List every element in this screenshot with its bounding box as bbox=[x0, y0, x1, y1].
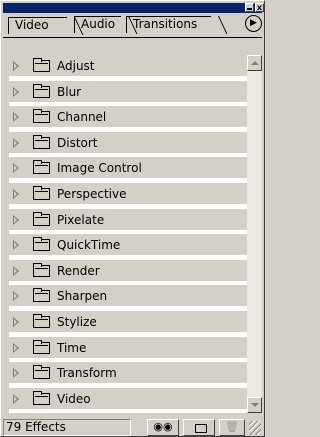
effects-count: 79 Effects bbox=[3, 419, 131, 436]
minimize-button[interactable] bbox=[245, 3, 254, 12]
title-bar[interactable] bbox=[3, 3, 262, 13]
status-bar: 79 Effects ◉◉ 🗑 bbox=[3, 419, 262, 436]
expand-triangle-icon[interactable] bbox=[13, 189, 19, 199]
folder-icon bbox=[33, 135, 50, 149]
folder-icon bbox=[33, 365, 50, 379]
list-item[interactable]: Video bbox=[9, 388, 247, 410]
folder-icon bbox=[33, 84, 50, 98]
list-item[interactable]: Pixelate bbox=[9, 209, 247, 231]
folder-label: Blur bbox=[57, 85, 82, 99]
list-item[interactable]: Image Control bbox=[9, 157, 247, 179]
tab-row: Transitions Audio Video bbox=[3, 13, 262, 34]
trash-icon: 🗑 bbox=[225, 420, 239, 433]
expand-triangle-icon[interactable] bbox=[13, 240, 19, 250]
folder-icon bbox=[33, 186, 50, 200]
close-button[interactable]: x bbox=[255, 3, 264, 12]
folder-icon bbox=[33, 314, 50, 328]
binoculars-icon: ◉◉ bbox=[153, 420, 173, 433]
expand-triangle-icon[interactable] bbox=[13, 215, 19, 225]
folder-icon bbox=[33, 160, 50, 174]
folder-label: Render bbox=[57, 264, 100, 278]
folder-label: Perspective bbox=[57, 187, 127, 201]
folder-label: Image Control bbox=[57, 161, 142, 175]
resize-grip[interactable] bbox=[249, 421, 261, 435]
folder-icon bbox=[33, 340, 50, 354]
folder-label: Sharpen bbox=[57, 289, 108, 303]
tab-transitions[interactable]: Transitions bbox=[126, 16, 211, 33]
folder-icon bbox=[33, 391, 50, 405]
vertical-scrollbar[interactable] bbox=[247, 55, 262, 413]
expand-triangle-icon[interactable] bbox=[13, 343, 19, 353]
expand-triangle-icon[interactable] bbox=[13, 61, 19, 71]
scroll-down-button[interactable] bbox=[247, 397, 262, 413]
list-item[interactable]: Perspective bbox=[9, 183, 247, 205]
folder-icon bbox=[33, 109, 50, 123]
expand-triangle-icon[interactable] bbox=[13, 266, 19, 276]
list-item[interactable]: Transform bbox=[9, 362, 247, 384]
list-item[interactable]: Stylize bbox=[9, 311, 247, 333]
list-item[interactable]: Render bbox=[9, 260, 247, 282]
delete-button[interactable]: 🗑 bbox=[219, 419, 245, 436]
folder-icon bbox=[33, 237, 50, 251]
play-arrow-icon: ▶ bbox=[250, 18, 257, 28]
folder-icon bbox=[33, 263, 50, 277]
expand-triangle-icon[interactable] bbox=[13, 87, 19, 97]
expand-triangle-icon[interactable] bbox=[13, 368, 19, 378]
list-item[interactable]: Blur bbox=[9, 81, 247, 103]
folder-icon bbox=[33, 58, 50, 72]
tab-video[interactable]: Video bbox=[8, 17, 67, 34]
list-item[interactable]: Sharpen bbox=[9, 285, 247, 307]
effects-palette-window: x Transitions Audio Video ▶ Adjust Blur … bbox=[0, 0, 265, 437]
folder-label: Transform bbox=[57, 366, 117, 380]
list-item[interactable]: QuickTime bbox=[9, 234, 247, 256]
expand-triangle-icon[interactable] bbox=[13, 394, 19, 404]
palette-menu-button[interactable]: ▶ bbox=[245, 15, 262, 32]
folder-label: Distort bbox=[57, 136, 98, 150]
list-item[interactable]: Channel bbox=[9, 106, 247, 128]
folder-label: Stylize bbox=[57, 315, 97, 329]
scroll-up-button[interactable] bbox=[247, 55, 262, 71]
folder-label: QuickTime bbox=[57, 238, 121, 252]
list-item[interactable]: Adjust bbox=[9, 55, 247, 77]
folder-icon bbox=[33, 288, 50, 302]
folder-label: Adjust bbox=[57, 59, 95, 73]
list-item[interactable]: Distort bbox=[9, 132, 247, 154]
folder-label: Time bbox=[57, 341, 87, 355]
list-item[interactable]: Time bbox=[9, 337, 247, 359]
folder-icon bbox=[33, 212, 50, 226]
expand-triangle-icon[interactable] bbox=[13, 291, 19, 301]
expand-triangle-icon[interactable] bbox=[13, 163, 19, 173]
new-bin-button[interactable] bbox=[183, 419, 215, 436]
folder-label: Video bbox=[57, 392, 91, 406]
folder-label: Pixelate bbox=[57, 213, 105, 227]
find-button[interactable]: ◉◉ bbox=[147, 419, 179, 436]
expand-triangle-icon[interactable] bbox=[13, 317, 19, 327]
tab-baseline bbox=[3, 37, 262, 38]
expand-triangle-icon[interactable] bbox=[13, 112, 19, 122]
folder-label: Channel bbox=[57, 110, 107, 124]
expand-triangle-icon[interactable] bbox=[13, 138, 19, 148]
tab-audio[interactable]: Audio bbox=[74, 16, 121, 33]
